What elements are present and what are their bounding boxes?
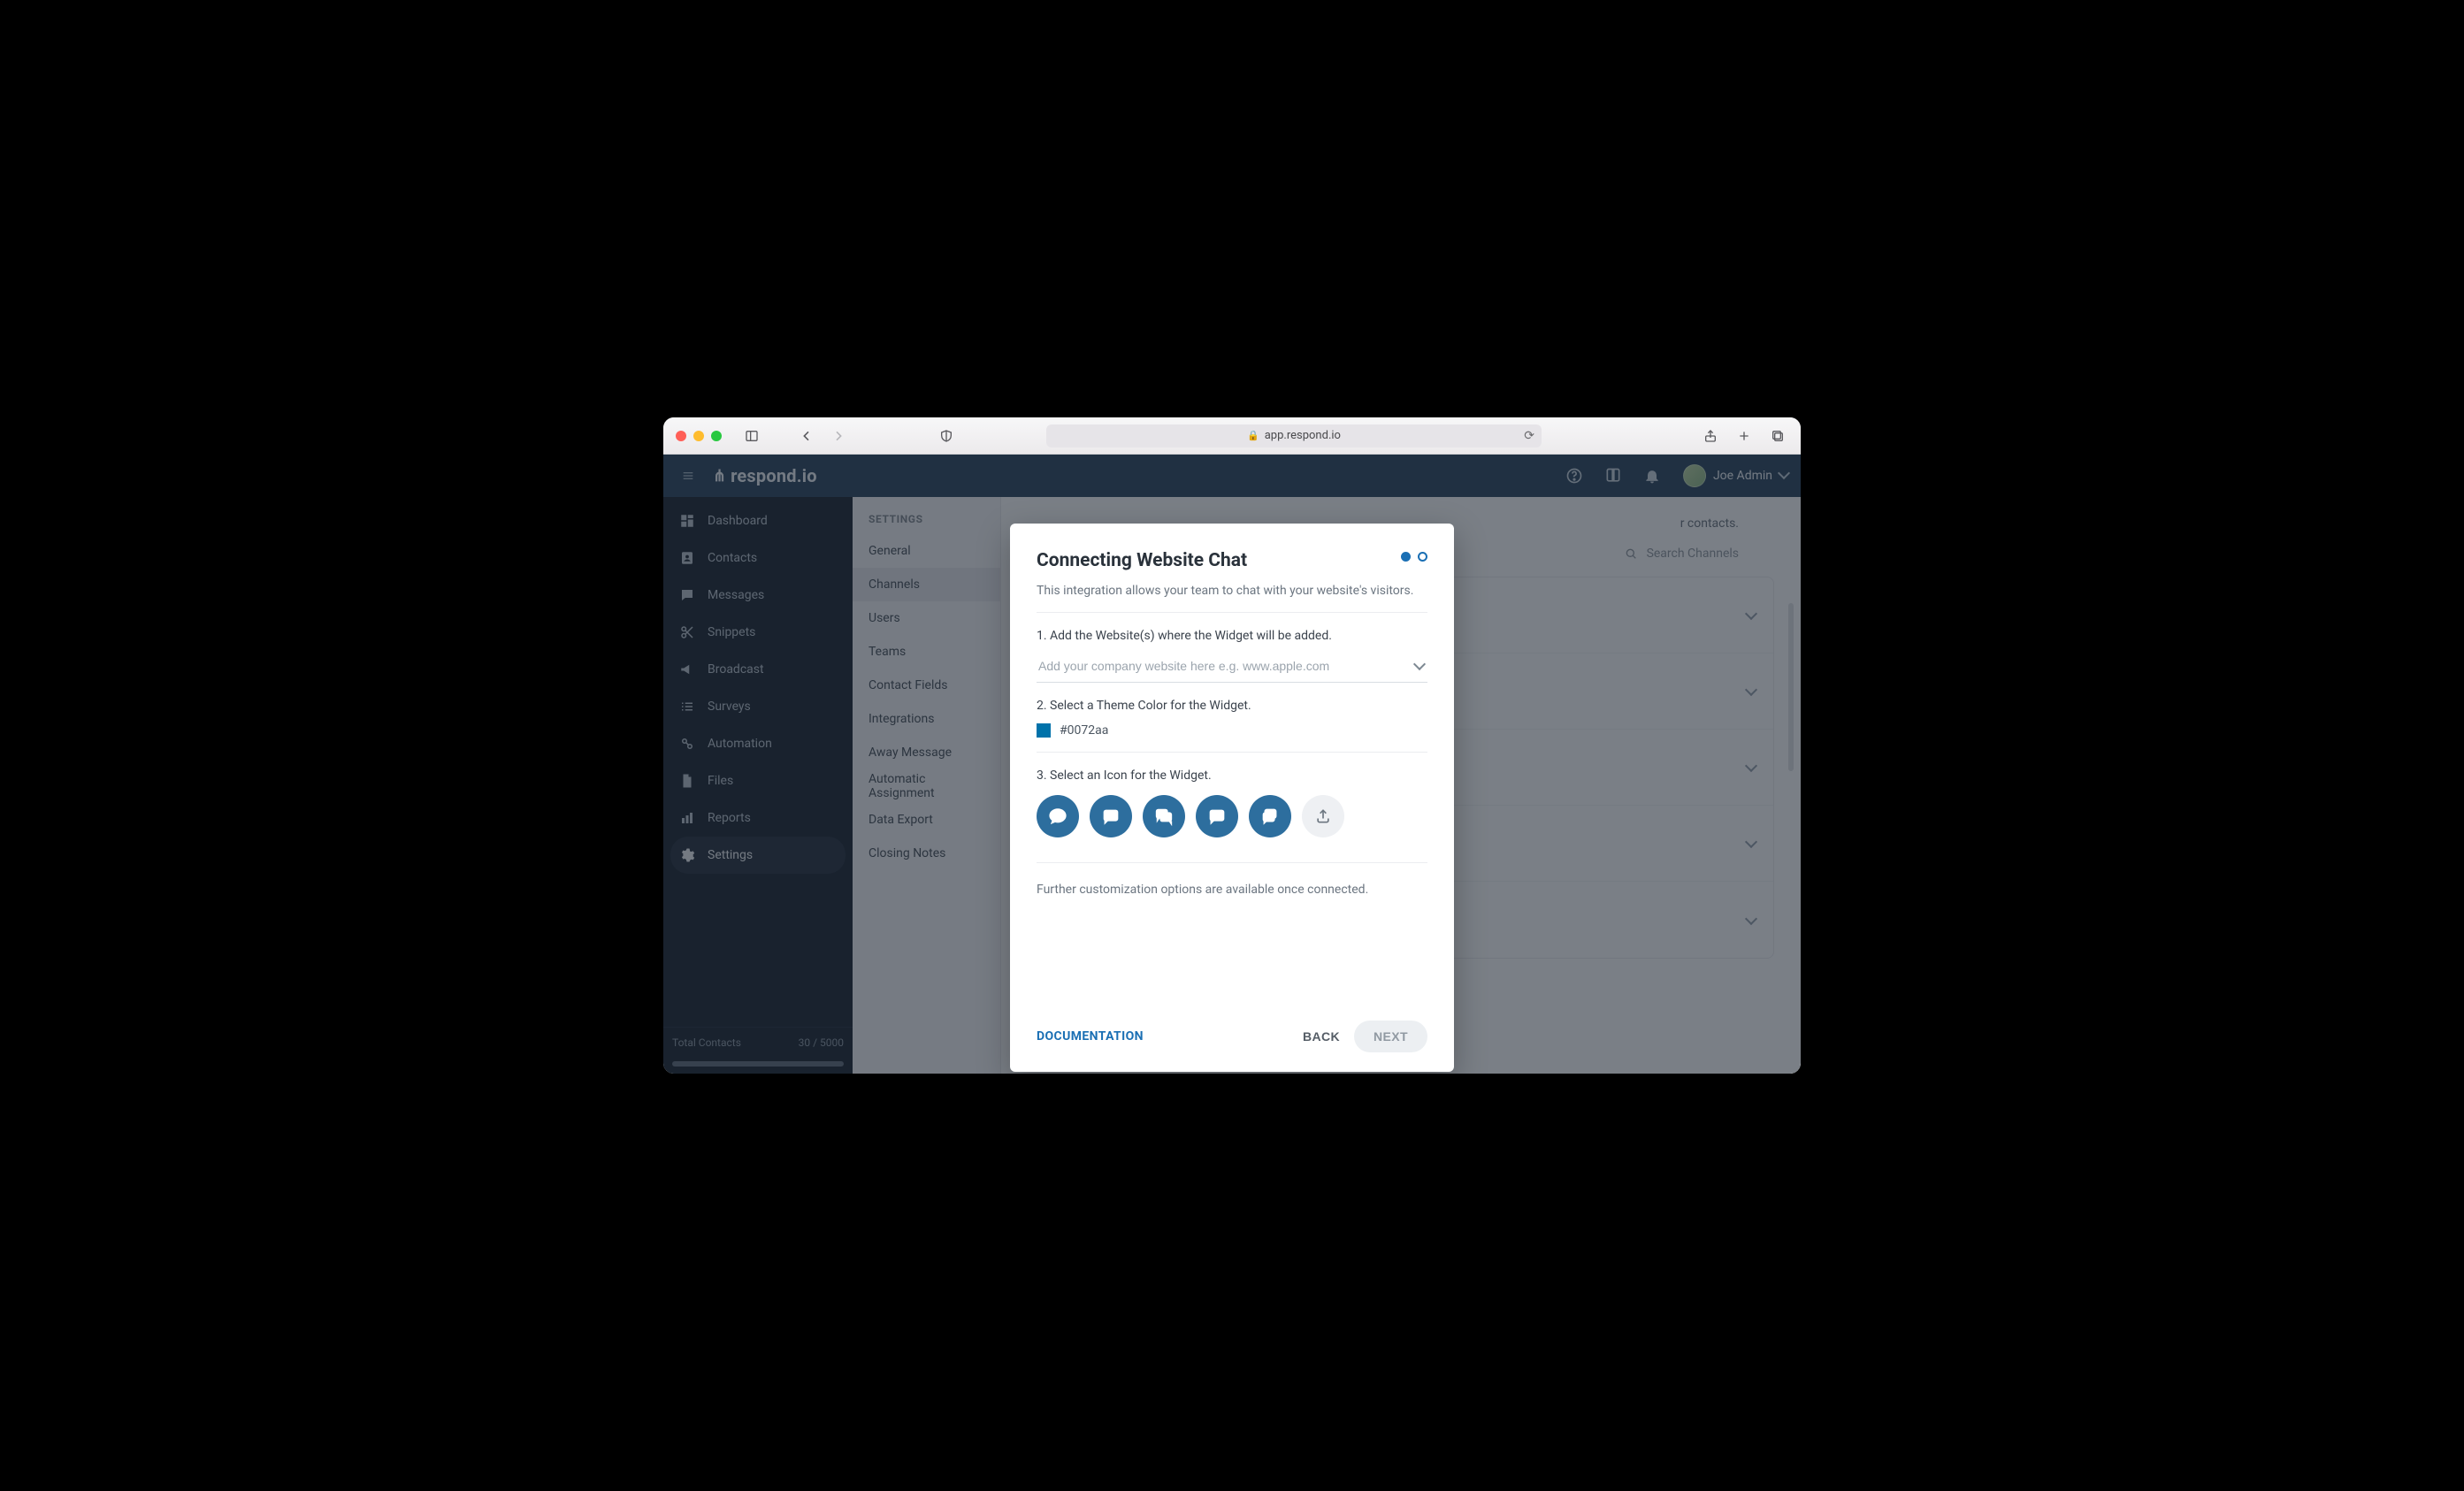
- nav-back-button[interactable]: [794, 425, 819, 447]
- connect-website-chat-modal: Connecting Website Chat This integration…: [1010, 524, 1454, 1072]
- step-2-section: 2. Select a Theme Color for the Widget. …: [1037, 699, 1427, 753]
- nav-forward-button[interactable]: [826, 425, 851, 447]
- back-button[interactable]: BACK: [1289, 1021, 1354, 1052]
- step-3-section: 3. Select an Icon for the Widget.: [1037, 768, 1427, 863]
- window-controls: [676, 431, 722, 441]
- app-root: ⋔ respond.io Joe Admin: [663, 455, 1801, 1074]
- widget-icon-option-2[interactable]: [1090, 795, 1132, 837]
- sidebar-toggle-icon[interactable]: [739, 425, 764, 447]
- modal-note: Further customization options are availa…: [1037, 883, 1427, 897]
- step-3-label: 3. Select an Icon for the Widget.: [1037, 768, 1427, 783]
- share-icon[interactable]: [1700, 425, 1721, 447]
- widget-icon-option-4[interactable]: [1196, 795, 1238, 837]
- widget-icon-option-5[interactable]: [1249, 795, 1291, 837]
- browser-toolbar: 🔒 app.respond.io ⟳: [663, 417, 1801, 455]
- theme-color-picker[interactable]: #0072aa: [1037, 723, 1427, 753]
- step-2-label: 2. Select a Theme Color for the Widget.: [1037, 699, 1427, 713]
- step-1-label: 1. Add the Website(s) where the Widget w…: [1037, 629, 1427, 643]
- color-value: #0072aa: [1060, 723, 1108, 738]
- website-input[interactable]: [1037, 652, 1427, 683]
- modal-description: This integration allows your team to cha…: [1037, 584, 1427, 613]
- lock-icon: 🔒: [1247, 430, 1259, 441]
- widget-icon-option-3[interactable]: [1143, 795, 1185, 837]
- modal-actions: DOCUMENTATION BACK NEXT: [1037, 1021, 1427, 1052]
- reload-icon[interactable]: ⟳: [1524, 429, 1534, 443]
- address-host: app.respond.io: [1265, 429, 1341, 442]
- window-close-button[interactable]: [676, 431, 686, 441]
- widget-icon-option-1[interactable]: [1037, 795, 1079, 837]
- privacy-shield-icon[interactable]: [934, 425, 959, 447]
- step-indicator: [1401, 552, 1427, 562]
- window-minimize-button[interactable]: [693, 431, 704, 441]
- step-dot-2: [1418, 552, 1427, 562]
- window-zoom-button[interactable]: [711, 431, 722, 441]
- step-1-section: 1. Add the Website(s) where the Widget w…: [1037, 629, 1427, 683]
- tabs-overview-icon[interactable]: [1767, 425, 1788, 447]
- color-swatch: [1037, 723, 1051, 738]
- address-bar[interactable]: 🔒 app.respond.io ⟳: [1046, 424, 1542, 447]
- next-button[interactable]: NEXT: [1354, 1021, 1427, 1052]
- browser-window: 🔒 app.respond.io ⟳ ⋔ respond.io: [663, 417, 1801, 1074]
- modal-title: Connecting Website Chat: [1037, 550, 1427, 571]
- step-dot-1: [1401, 552, 1411, 562]
- documentation-link[interactable]: DOCUMENTATION: [1037, 1029, 1144, 1044]
- browser-right-tools: [1700, 425, 1788, 447]
- new-tab-icon[interactable]: [1733, 425, 1755, 447]
- widget-icon-upload[interactable]: [1302, 795, 1344, 837]
- chevron-down-icon[interactable]: [1415, 657, 1424, 674]
